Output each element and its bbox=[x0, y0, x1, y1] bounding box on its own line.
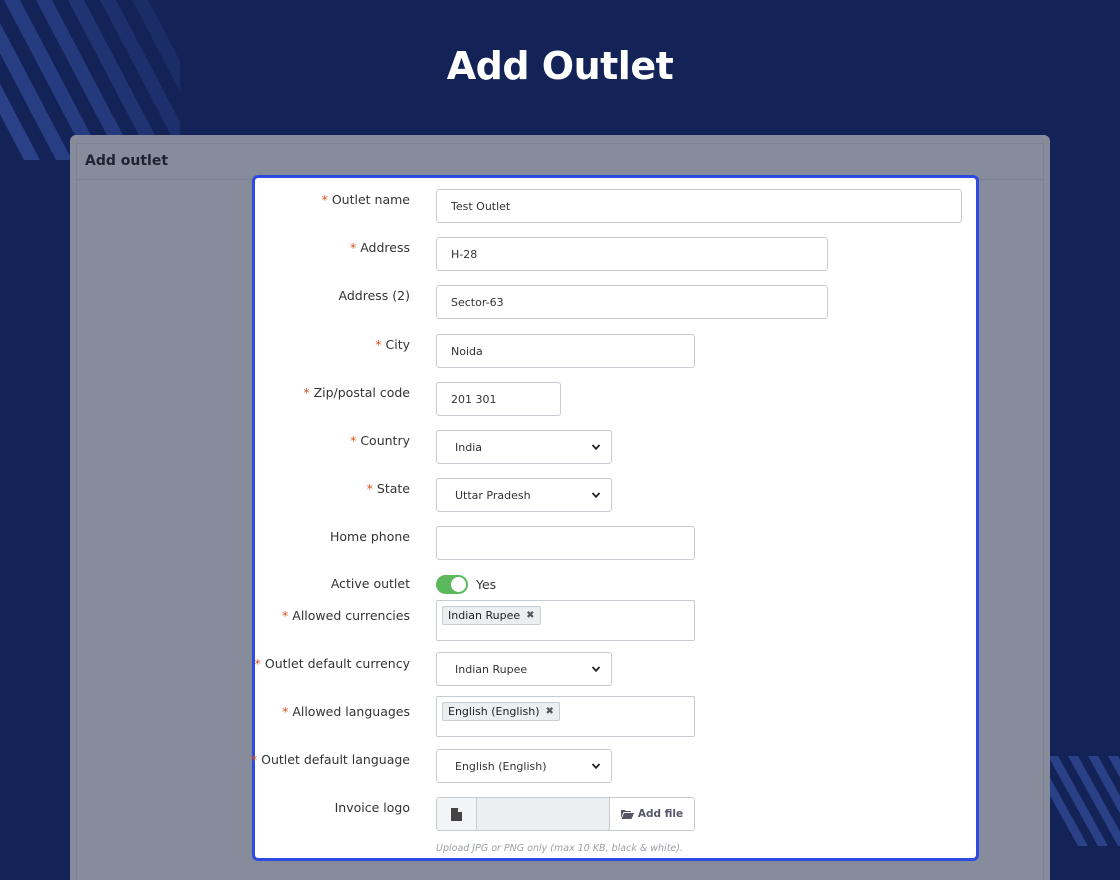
decorative-stripes-bottom-right bbox=[1048, 756, 1120, 846]
home-phone-label: Home phone bbox=[329, 529, 410, 544]
address2-input[interactable]: Sector-63 bbox=[436, 285, 828, 319]
file-icon bbox=[437, 798, 477, 830]
outlet-name-input[interactable]: Test Outlet bbox=[436, 189, 962, 223]
active-outlet-label: Active outlet bbox=[330, 576, 410, 591]
chevron-down-icon bbox=[591, 666, 601, 673]
invoice-logo-label: Invoice logo bbox=[334, 800, 410, 815]
chevron-down-icon bbox=[591, 444, 601, 451]
outlet-name-label: * Outlet name bbox=[321, 192, 410, 207]
active-outlet-toggle[interactable] bbox=[436, 575, 468, 594]
file-name-display bbox=[477, 798, 609, 830]
address-label: * Address bbox=[349, 240, 410, 255]
default-currency-select[interactable]: Indian Rupee bbox=[436, 652, 612, 686]
allowed-languages-multiselect[interactable]: English (English) ✖ bbox=[436, 696, 695, 737]
city-label: * City bbox=[375, 337, 410, 352]
add-outlet-form: * Outlet name Test Outlet * Address H-28 A… bbox=[250, 175, 979, 861]
invoice-logo-file-input[interactable]: Add file bbox=[436, 797, 695, 831]
zip-label: * Zip/postal code bbox=[303, 385, 410, 400]
chevron-down-icon bbox=[591, 492, 601, 499]
default-currency-label: * Outlet default currency bbox=[254, 656, 410, 671]
address-input[interactable]: H-28 bbox=[436, 237, 828, 271]
chevron-down-icon bbox=[591, 763, 601, 770]
invoice-logo-hint: Upload JPG or PNG only (max 10 KB, black… bbox=[436, 843, 683, 854]
folder-open-icon bbox=[620, 810, 634, 819]
country-select[interactable]: India bbox=[436, 430, 612, 464]
close-icon[interactable]: ✖ bbox=[546, 706, 554, 717]
state-select[interactable]: Uttar Pradesh bbox=[436, 478, 612, 512]
page-title: Add Outlet bbox=[446, 44, 674, 88]
address2-label: Address (2) bbox=[338, 288, 410, 303]
zip-input[interactable]: 201 301 bbox=[436, 382, 561, 416]
default-language-select[interactable]: English (English) bbox=[436, 749, 612, 783]
close-icon[interactable]: ✖ bbox=[526, 610, 534, 621]
allowed-currencies-multiselect[interactable]: Indian Rupee ✖ bbox=[436, 600, 695, 641]
add-file-button[interactable]: Add file bbox=[609, 798, 694, 830]
home-phone-input[interactable] bbox=[436, 526, 695, 560]
active-outlet-value: Yes bbox=[476, 577, 497, 592]
currency-tag: Indian Rupee ✖ bbox=[442, 606, 541, 625]
language-tag: English (English) ✖ bbox=[442, 702, 560, 721]
allowed-languages-label: * Allowed languages bbox=[282, 704, 410, 719]
default-language-label: * Outlet default language bbox=[250, 752, 410, 767]
city-input[interactable]: Noida bbox=[436, 334, 695, 368]
state-label: * State bbox=[366, 481, 410, 496]
allowed-currencies-label: * Allowed currencies bbox=[282, 608, 410, 623]
country-label: * Country bbox=[350, 433, 410, 448]
